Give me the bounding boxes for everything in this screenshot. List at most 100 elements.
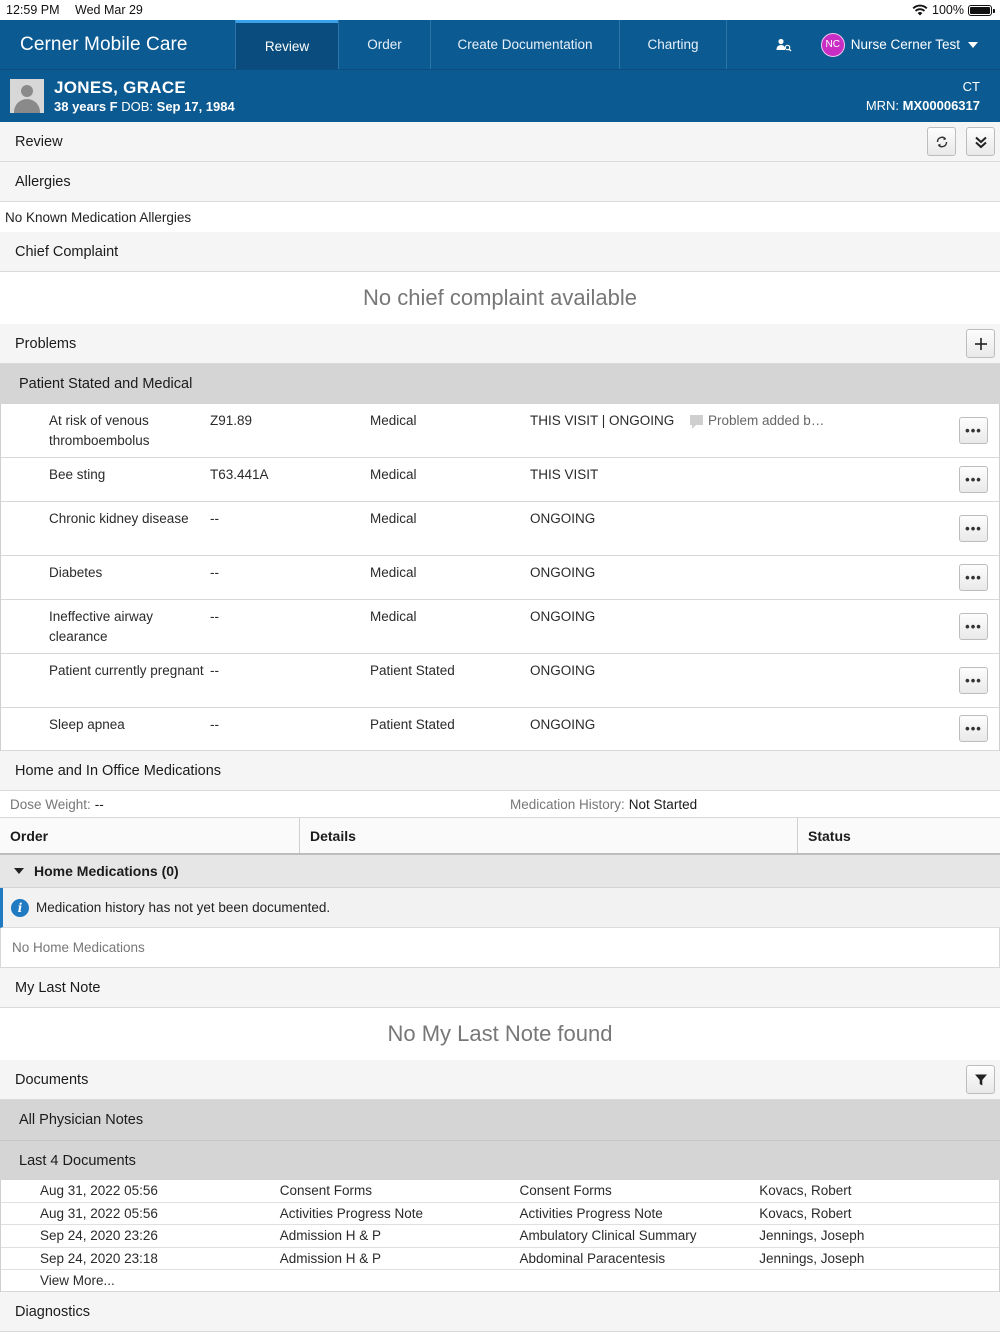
chief-complaint-title: Chief Complaint [15, 243, 119, 260]
problem-status: ONGOING [530, 663, 596, 678]
problem-comment [690, 509, 890, 555]
problem-status: ONGOING [530, 717, 596, 732]
chief-complaint-header: Chief Complaint [0, 232, 1000, 272]
home-medications-label: Home Medications (0) [34, 863, 179, 879]
status-time: 12:59 PM [6, 3, 60, 17]
problem-row[interactable]: Patient currently pregnant -- Patient St… [1, 654, 999, 708]
tab-charting[interactable]: Charting [619, 20, 727, 69]
patient-timezone: CT [962, 79, 980, 94]
document-type: Activities Progress Note [279, 1205, 424, 1221]
medications-header: Home and In Office Medications [0, 751, 1000, 791]
problem-more-button[interactable]: ••• [959, 515, 988, 542]
battery-icon [968, 4, 995, 16]
problem-row[interactable]: At risk of venous thromboembolus Z91.89 … [1, 404, 999, 458]
problem-row[interactable]: Bee sting T63.441A Medical THIS VISIT ••… [1, 458, 999, 502]
problem-name: Bee sting [49, 467, 106, 482]
problem-status: ONGOING [530, 609, 596, 624]
user-menu[interactable]: NC Nurse Cerner Test [820, 32, 978, 57]
filter-icon [974, 1074, 987, 1085]
problem-comment [690, 465, 890, 501]
problem-comment: Problem added b… [708, 413, 825, 428]
plus-icon [974, 337, 987, 350]
problem-comment [690, 661, 890, 707]
last-documents-header: Last 4 Documents [0, 1140, 1000, 1180]
all-physician-notes-header[interactable]: All Physician Notes [0, 1100, 1000, 1140]
patient-name: JONES, GRACE [54, 78, 187, 97]
problem-more-button[interactable]: ••• [959, 466, 988, 493]
problem-comment [690, 563, 890, 599]
no-home-medications: No Home Medications [0, 928, 1000, 968]
main-tabs: Review Order Create Documentation Charti… [235, 20, 727, 69]
document-author: Kovacs, Robert [759, 1205, 852, 1221]
filter-button[interactable] [966, 1065, 995, 1094]
problem-name: Ineffective airway clearance [49, 609, 154, 644]
document-row[interactable]: Aug 31, 2022 05:56 Activities Progress N… [1, 1203, 999, 1225]
tab-create-documentation[interactable]: Create Documentation [430, 20, 619, 69]
chevron-down-icon [968, 41, 978, 48]
document-type: Consent Forms [279, 1183, 373, 1199]
patient-banner: JONES, GRACE 38 years F DOB: Sep 17, 198… [0, 69, 1000, 122]
dob-label: DOB: [121, 99, 154, 114]
problem-more-button[interactable]: ••• [959, 564, 988, 591]
collapse-all-button[interactable] [966, 127, 995, 156]
problems-group-header: Patient Stated and Medical [0, 364, 1000, 404]
problem-more-button[interactable]: ••• [959, 715, 988, 742]
problem-row[interactable]: Chronic kidney disease -- Medical ONGOIN… [1, 502, 999, 556]
document-title: Activities Progress Note [519, 1205, 663, 1221]
patient-mrn: MX00006317 [902, 98, 980, 113]
document-title: Abdominal Paracentesis [519, 1250, 666, 1266]
documents-title: Documents [15, 1071, 89, 1088]
problem-status: THIS VISIT | ONGOING [530, 413, 675, 428]
document-title: Ambulatory Clinical Summary [519, 1228, 697, 1244]
problem-code: T63.441A [210, 467, 269, 482]
patient-search-icon[interactable] [771, 32, 797, 58]
problem-more-button[interactable]: ••• [959, 613, 988, 640]
problem-name: At risk of venous thromboembolus [49, 413, 150, 448]
document-date: Sep 24, 2020 23:18 [40, 1250, 158, 1266]
column-status[interactable]: Status [798, 818, 1000, 853]
allergies-title: Allergies [15, 173, 71, 190]
column-details[interactable]: Details [300, 818, 798, 853]
problem-name: Diabetes [49, 565, 103, 580]
user-avatar: NC [820, 32, 845, 57]
problem-type: Medical [370, 609, 417, 624]
refresh-icon [936, 136, 947, 147]
problem-more-button[interactable]: ••• [959, 417, 988, 444]
document-row[interactable]: Aug 31, 2022 05:56 Consent Forms Consent… [1, 1180, 999, 1203]
problem-row[interactable]: Ineffective airway clearance -- Medical … [1, 600, 999, 654]
problem-type: Medical [370, 467, 417, 482]
document-type: Admission H & P [279, 1250, 382, 1266]
document-date: Aug 31, 2022 05:56 [40, 1205, 158, 1221]
tab-review[interactable]: Review [235, 20, 338, 69]
medication-info-banner: i Medication history has not yet been do… [0, 888, 1000, 928]
diagnostics-title: Diagnostics [15, 1303, 90, 1320]
add-problem-button[interactable] [966, 329, 995, 358]
document-author: Jennings, Joseph [759, 1228, 865, 1244]
document-title: Consent Forms [519, 1183, 612, 1199]
home-medications-group[interactable]: Home Medications (0) [0, 855, 1000, 888]
app-header: Cerner Mobile Care Review Order Create D… [0, 20, 1000, 69]
document-row[interactable]: Sep 24, 2020 23:26 Admission H & P Ambul… [1, 1225, 999, 1248]
battery-percent: 100% [932, 3, 964, 17]
problem-row[interactable]: Sleep apnea -- Patient Stated ONGOING ••… [1, 708, 999, 751]
column-order[interactable]: Order [0, 818, 300, 853]
document-date: Aug 31, 2022 05:56 [40, 1183, 158, 1199]
problem-more-button[interactable]: ••• [959, 667, 988, 694]
patient-dob: Sep 17, 1984 [156, 99, 235, 114]
double-chevron-down-icon [974, 136, 987, 148]
tab-order[interactable]: Order [338, 20, 430, 69]
chief-complaint-empty: No chief complaint available [363, 285, 637, 310]
view-more-link[interactable]: View More... [1, 1270, 999, 1292]
document-row[interactable]: Sep 24, 2020 23:18 Admission H & P Abdom… [1, 1248, 999, 1270]
info-icon: i [11, 898, 29, 917]
problem-code: -- [210, 609, 219, 624]
problem-type: Medical [370, 511, 417, 526]
problem-name: Chronic kidney disease [49, 511, 189, 526]
user-name: Nurse Cerner Test [850, 37, 960, 52]
problem-status: THIS VISIT [530, 467, 599, 482]
review-header: Review [0, 122, 1000, 162]
problem-row[interactable]: Diabetes -- Medical ONGOING ••• [1, 556, 999, 600]
refresh-button[interactable] [927, 127, 956, 156]
document-author: Kovacs, Robert [759, 1183, 852, 1199]
problem-code: -- [210, 717, 219, 732]
